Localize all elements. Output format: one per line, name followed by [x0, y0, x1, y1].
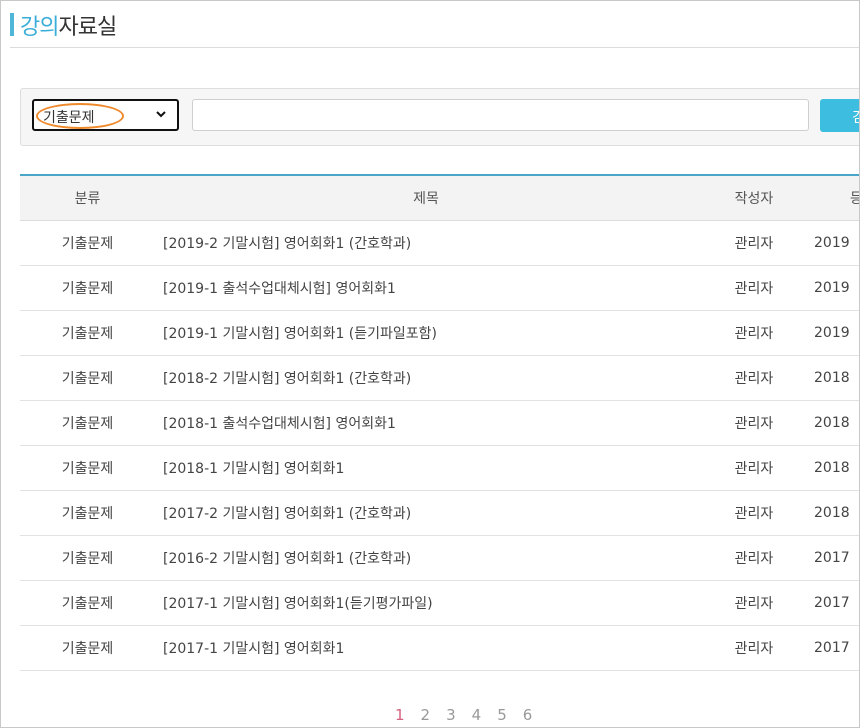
header-writer: 작성자 [734, 190, 774, 207]
row-writer: 관리자 [734, 415, 774, 432]
page-title-rest: 자료실 [58, 15, 117, 40]
header-title: 제목 [413, 190, 439, 207]
row-date: 2018 [814, 459, 850, 476]
row-writer: 관리자 [734, 370, 774, 387]
page-link-1[interactable]: 1 [395, 706, 405, 724]
header-category: 분류 [74, 190, 101, 207]
category-select[interactable]: 기출문제 [32, 99, 179, 131]
page-frame: 강의자료실 기출문제 검 분류 제목 작성자 등 기출문제 [2019-2 기말시… [0, 0, 860, 728]
table-row[interactable]: 기출문제 [2019-1 기말시험] 영어회화1 (듣기파일포함) 관리자 2019 [20, 310, 859, 355]
search-box: 기출문제 검 [20, 88, 859, 146]
row-date: 2019 [814, 234, 850, 251]
row-category: 기출문제 [61, 280, 114, 297]
post-table: 분류 제목 작성자 등 기출문제 [2019-2 기말시험] 영어회화1 (간호학… [20, 174, 859, 671]
row-title-link[interactable]: [2017-1 기말시험] 영어회화1(듣기평가파일) [155, 580, 698, 625]
row-title-link[interactable]: [2018-2 기말시험] 영어회화1 (간호학과) [155, 355, 698, 400]
row-title-link[interactable]: [2019-2 기말시험] 영어회화1 (간호학과) [155, 220, 698, 265]
row-category: 기출문제 [61, 325, 114, 342]
row-category: 기출문제 [61, 235, 114, 252]
row-title-link[interactable]: [2019-1 기말시험] 영어회화1 (듣기파일포함) [155, 310, 698, 355]
pagination: 123456 [395, 706, 548, 724]
row-writer: 관리자 [734, 640, 774, 657]
row-category: 기출문제 [61, 460, 114, 477]
row-date: 2019 [814, 279, 850, 296]
header-date: 등 [810, 175, 859, 220]
table-row[interactable]: 기출문제 [2017-1 기말시험] 영어회화1 관리자 2017 [20, 625, 859, 670]
row-category: 기출문제 [61, 550, 114, 567]
row-date: 2018 [814, 369, 850, 386]
highlight-circle [36, 103, 124, 129]
row-writer: 관리자 [734, 325, 774, 342]
title-accent-bar [10, 13, 14, 36]
search-button-label: 검 [852, 107, 859, 127]
row-title-link[interactable]: [2017-1 기말시험] 영어회화1 [155, 625, 698, 670]
row-date: 2017 [814, 549, 850, 566]
table-row[interactable]: 기출문제 [2018-1 출석수업대체시험] 영어회화1 관리자 2018 [20, 400, 859, 445]
page-link-6[interactable]: 6 [523, 706, 533, 724]
search-button[interactable]: 검 [820, 99, 859, 132]
table-row[interactable]: 기출문제 [2018-1 기말시험] 영어회화1 관리자 2018 [20, 445, 859, 490]
row-writer: 관리자 [734, 460, 774, 477]
row-date: 2018 [814, 504, 850, 521]
row-category: 기출문제 [61, 370, 114, 387]
row-date: 2017 [814, 639, 850, 656]
row-writer: 관리자 [734, 505, 774, 522]
row-writer: 관리자 [734, 280, 774, 297]
table-row[interactable]: 기출문제 [2019-2 기말시험] 영어회화1 (간호학과) 관리자 2019 [20, 220, 859, 265]
row-category: 기출문제 [61, 595, 114, 612]
row-date: 2018 [814, 414, 850, 431]
row-title-link[interactable]: [2019-1 출석수업대체시험] 영어회화1 [155, 265, 698, 310]
row-title-link[interactable]: [2016-2 기말시험] 영어회화1 (간호학과) [155, 535, 698, 580]
table-row[interactable]: 기출문제 [2017-2 기말시험] 영어회화1 (간호학과) 관리자 2018 [20, 490, 859, 535]
row-writer: 관리자 [734, 550, 774, 567]
row-date: 2019 [814, 324, 850, 341]
page-title-accent: 강의 [20, 15, 59, 40]
page-link-5[interactable]: 5 [497, 706, 507, 724]
table-row[interactable]: 기출문제 [2019-1 출석수업대체시험] 영어회화1 관리자 2019 [20, 265, 859, 310]
row-category: 기출문제 [61, 415, 114, 432]
table-row[interactable]: 기출문제 [2017-1 기말시험] 영어회화1(듣기평가파일) 관리자 2017 [20, 580, 859, 625]
title-divider [10, 47, 859, 48]
table-row[interactable]: 기출문제 [2018-2 기말시험] 영어회화1 (간호학과) 관리자 2018 [20, 355, 859, 400]
page-link-3[interactable]: 3 [446, 706, 456, 724]
row-category: 기출문제 [61, 640, 114, 657]
row-writer: 관리자 [734, 235, 774, 252]
row-writer: 관리자 [734, 595, 774, 612]
page-title: 강의자료실 [20, 9, 117, 41]
page-link-4[interactable]: 4 [472, 706, 482, 724]
table-row[interactable]: 기출문제 [2016-2 기말시험] 영어회화1 (간호학과) 관리자 2017 [20, 535, 859, 580]
row-category: 기출문제 [61, 505, 114, 522]
table-header-row: 분류 제목 작성자 등 [20, 175, 859, 220]
row-title-link[interactable]: [2017-2 기말시험] 영어회화1 (간호학과) [155, 490, 698, 535]
row-title-link[interactable]: [2018-1 기말시험] 영어회화1 [155, 445, 698, 490]
row-date: 2017 [814, 594, 850, 611]
chevron-down-icon [156, 111, 166, 118]
row-title-link[interactable]: [2018-1 출석수업대체시험] 영어회화1 [155, 400, 698, 445]
page-link-2[interactable]: 2 [421, 706, 431, 724]
search-input[interactable] [192, 99, 809, 131]
